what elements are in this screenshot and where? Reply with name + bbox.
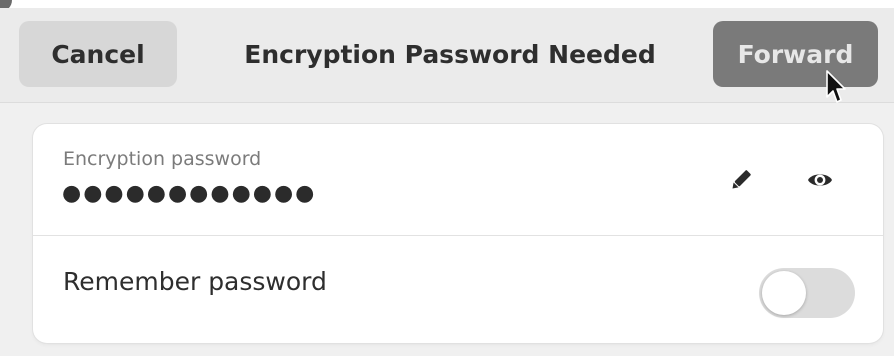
dialog-header: Cancel Encryption Password Needed Forwar… [0, 8, 894, 103]
eye-icon [808, 174, 832, 186]
pencil-icon [732, 170, 751, 189]
remember-password-label: Remember password [63, 267, 327, 296]
mouse-cursor-icon [826, 70, 846, 103]
cancel-button[interactable]: Cancel [19, 21, 177, 87]
dialog-title: Encryption Password Needed [244, 39, 656, 69]
reveal-password-button[interactable] [800, 160, 840, 200]
cancel-button-label: Cancel [51, 39, 145, 69]
dialog-window: Cancel Encryption Password Needed Forwar… [0, 0, 894, 356]
window-top-edge [0, 0, 894, 8]
forward-button[interactable]: Forward [713, 21, 878, 87]
password-card: Encryption password ●●●●●●●●●●●● Remembe… [33, 124, 883, 343]
encryption-password-input[interactable]: ●●●●●●●●●●●● [62, 181, 316, 206]
remember-password-row: Remember password [33, 236, 883, 343]
encryption-password-row[interactable]: Encryption password ●●●●●●●●●●●● [33, 124, 883, 236]
switch-knob [762, 271, 806, 315]
encryption-password-label: Encryption password [63, 148, 262, 170]
edit-button[interactable] [721, 160, 761, 200]
forward-button-label: Forward [737, 39, 854, 69]
remember-password-switch[interactable] [759, 268, 855, 318]
